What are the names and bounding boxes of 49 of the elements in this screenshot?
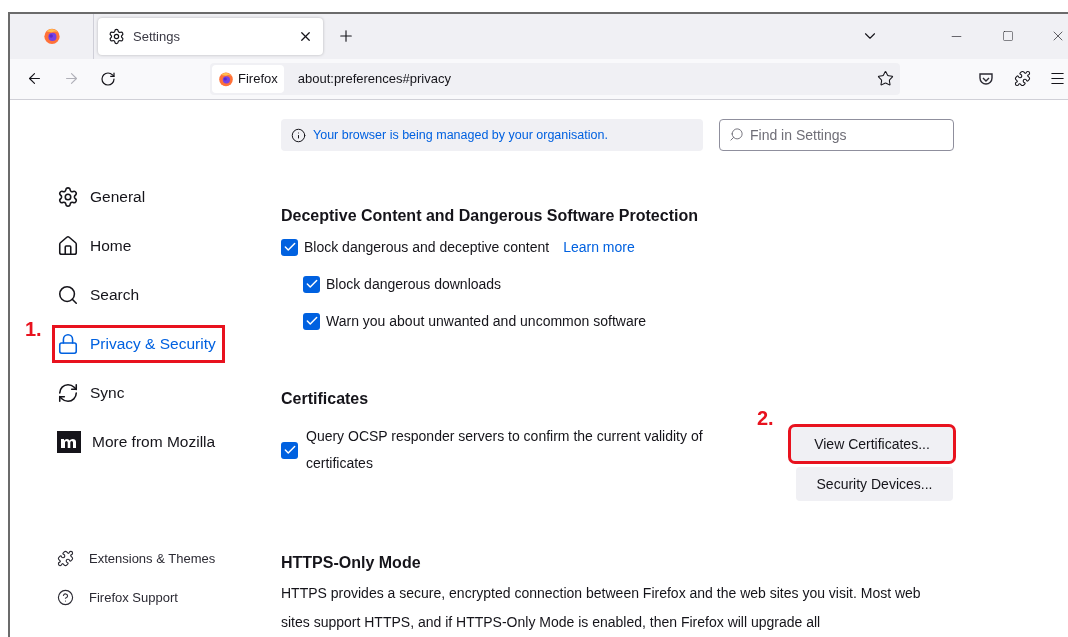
puzzle-icon xyxy=(57,550,74,567)
section-heading: HTTPS-Only Mode xyxy=(281,553,422,573)
option-label: Query OCSP responder servers to confirm the current validity of certificates xyxy=(305,427,704,473)
step-annotation: 2. xyxy=(757,406,774,431)
browser-logo-icon xyxy=(42,27,61,46)
sidebar-link[interactable]: Extensions & Themes xyxy=(55,548,281,569)
managed-notice: Your browser is being managed by your organisation. xyxy=(281,119,703,151)
learn-more-link[interactable]: Learn more xyxy=(563,236,635,258)
browser-tab[interactable]: Settings xyxy=(98,17,323,55)
sidebar-item[interactable]: Sync xyxy=(55,377,131,409)
sidebar-link[interactable]: Firefox Support xyxy=(55,587,281,608)
option-label: Warn you about unwanted and uncommon software xyxy=(326,311,647,331)
option-label: Block dangerous and deceptive content xyxy=(304,237,550,257)
search-icon xyxy=(729,127,744,142)
home-icon xyxy=(57,235,79,257)
bookmark-star-icon[interactable] xyxy=(877,70,894,88)
lock-icon xyxy=(57,333,79,355)
extensions-icon[interactable] xyxy=(1014,70,1031,88)
gear-icon xyxy=(57,186,79,208)
section-description: HTTPS provides a secure, encrypted connection between Firefox and the web sites you visit. Most web sites support HTTPS, and if HTTPS-Only Mode is enabled, then Firefox will upgrade all xyxy=(281,584,922,632)
dialog-button[interactable]: Security Devices... xyxy=(796,467,953,501)
dialog-button[interactable]: View Certificates... xyxy=(791,427,953,461)
sidebar-item[interactable]: General xyxy=(55,181,152,213)
section-heading: Certificates xyxy=(281,389,370,409)
checkbox[interactable] xyxy=(281,238,298,256)
url-text: about:preferences#privacy xyxy=(297,70,452,89)
section-heading: Deceptive Content and Dangerous Software Protection xyxy=(281,206,699,226)
mozilla-logo-icon xyxy=(57,431,81,453)
sidebar-item[interactable]: Search xyxy=(55,279,146,311)
help-icon xyxy=(57,589,74,606)
sidebar-item[interactable]: More from Mozilla xyxy=(55,426,222,458)
identity-label: Firefox xyxy=(238,70,278,89)
search-icon xyxy=(57,284,79,306)
sync-icon xyxy=(57,382,79,404)
reload-icon[interactable] xyxy=(100,70,116,87)
info-icon xyxy=(291,127,306,143)
step-annotation: 1. xyxy=(25,317,42,342)
checkbox[interactable] xyxy=(303,312,320,330)
search-field[interactable]: Find in Settings xyxy=(719,119,954,151)
option-label: Block dangerous downloads xyxy=(326,274,502,294)
maximize-icon[interactable] xyxy=(1002,30,1014,43)
gear-icon xyxy=(108,27,125,45)
sidebar-item[interactable]: Home xyxy=(55,230,138,262)
checkbox[interactable] xyxy=(281,441,298,459)
checkbox[interactable] xyxy=(303,275,320,293)
pocket-icon[interactable] xyxy=(978,70,994,87)
sidebar-item[interactable]: Privacy & Security xyxy=(55,328,222,360)
browser-logo-icon xyxy=(218,70,234,87)
address-bar[interactable]: Firefox about:preferences#privacy xyxy=(210,62,900,95)
